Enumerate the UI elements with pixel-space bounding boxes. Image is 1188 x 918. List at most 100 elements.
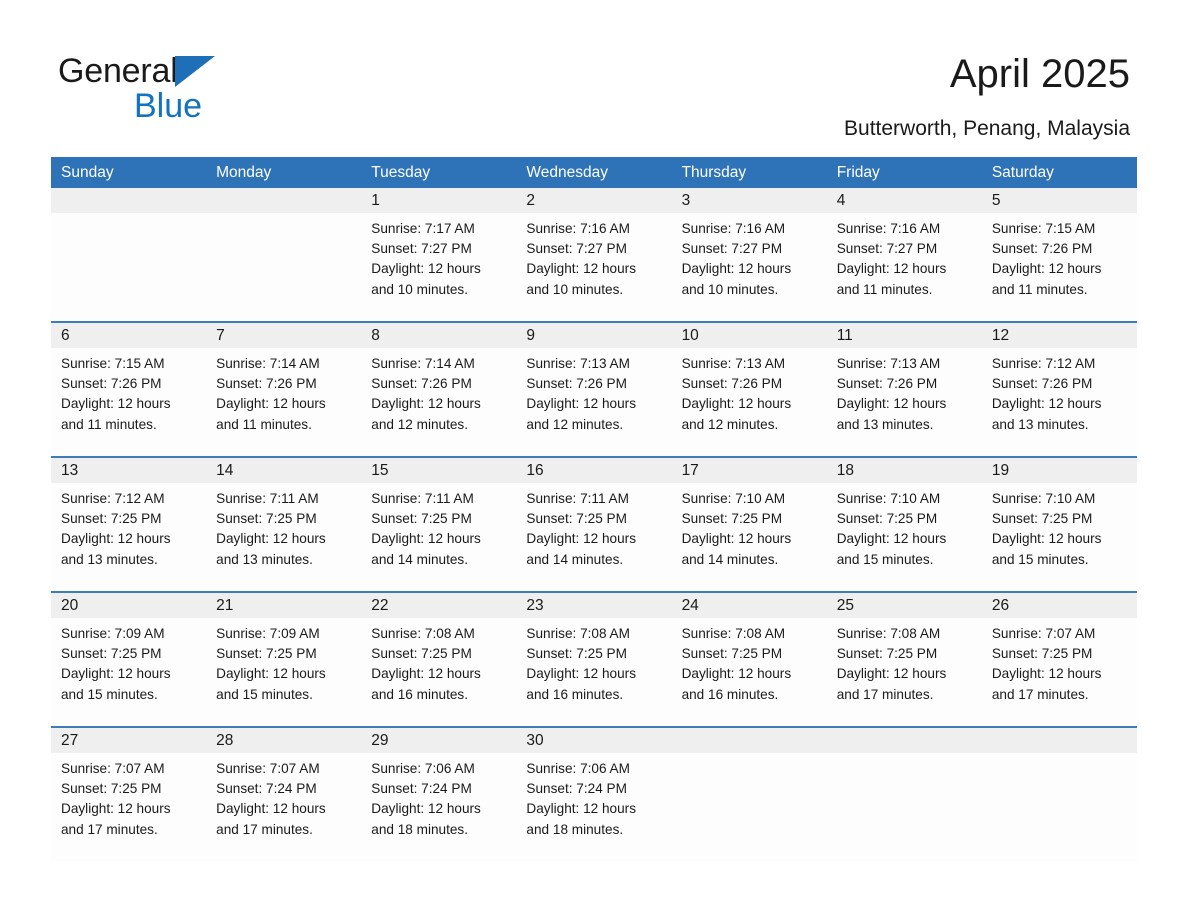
calendar-day-cell[interactable]: 5 Sunrise: 7:15 AM Sunset: 7:26 PM Daylight… — [981, 188, 1137, 321]
daylight-text-line2: and 16 minutes. — [371, 686, 469, 702]
weekday-header-friday: Friday — [836, 164, 880, 181]
daylight-text-line1: Daylight: 12 hours — [371, 261, 481, 277]
day-number: 18 — [826, 458, 982, 483]
daylight-text-line1: Daylight: 12 hours — [836, 531, 947, 547]
calendar-day-cell[interactable]: 28 Sunrise: 7:07 AM Sunset: 7:24 PM Dayligh… — [206, 728, 362, 861]
calendar-day-cell[interactable]: 1 Sunrise: 7:17 AM Sunset: 7:27 PM Daylight… — [361, 188, 517, 321]
daylight-text-line1: Daylight: 12 hours — [526, 531, 636, 547]
day-number: 13 — [51, 458, 207, 483]
day-details: Sunrise: 7:13 AM Sunset: 7:26 PM Daylight:… — [672, 348, 827, 435]
generalblue-logo[interactable]: General Blue — [58, 52, 318, 127]
calendar-day-cell[interactable]: 13 Sunrise: 7:12 AM Sunset: 7:25 PM Dayligh… — [51, 458, 207, 591]
daylight-text-line2: and 11 minutes. — [61, 416, 157, 432]
sunset-text: Sunset: 7:26 PM — [216, 376, 317, 392]
day-details: Sunrise: 7:15 AM Sunset: 7:26 PM Daylight:… — [982, 213, 1137, 300]
calendar-day-cell[interactable]: 26 Sunrise: 7:07 AM Sunset: 7:25 PM Dayligh… — [981, 593, 1137, 726]
calendar-day-cell[interactable]: 8 Sunrise: 7:14 AM Sunset: 7:26 PM Daylight… — [361, 323, 517, 456]
day-details: Sunrise: 7:12 AM Sunset: 7:25 PM Daylight:… — [51, 483, 206, 570]
day-number: 22 — [361, 593, 517, 618]
calendar-day-cell[interactable]: 2 Sunrise: 7:16 AM Sunset: 7:27 PM Daylight… — [516, 188, 672, 321]
calendar-week-row: 27 Sunrise: 7:07 AM Sunset: 7:25 PM Dayligh… — [51, 726, 1137, 861]
calendar-day-cell[interactable]: 11 Sunrise: 7:13 AM Sunset: 7:26 PM Dayligh… — [826, 323, 982, 456]
day-number: 4 — [826, 188, 982, 213]
sunset-text: Sunset: 7:27 PM — [681, 241, 783, 257]
daylight-text-line1: Daylight: 12 hours — [991, 666, 1102, 682]
sunset-text: Sunset: 7:25 PM — [526, 646, 627, 662]
calendar-day-cell[interactable]: 15 Sunrise: 7:11 AM Sunset: 7:25 PM Dayligh… — [361, 458, 517, 591]
calendar-day-cell[interactable]: 20 Sunrise: 7:09 AM Sunset: 7:25 PM Dayligh… — [51, 593, 207, 726]
day-details: Sunrise: 7:13 AM Sunset: 7:26 PM Daylight:… — [827, 348, 982, 435]
sunset-text: Sunset: 7:25 PM — [681, 511, 783, 527]
calendar-day-cell[interactable]: 17 Sunrise: 7:10 AM Sunset: 7:25 PM Dayligh… — [671, 458, 827, 591]
calendar-day-cell[interactable]: 24 Sunrise: 7:08 AM Sunset: 7:25 PM Dayligh… — [671, 593, 827, 726]
day-details: Sunrise: 7:08 AM Sunset: 7:25 PM Daylight:… — [361, 618, 516, 705]
daylight-text-line1: Daylight: 12 hours — [371, 531, 481, 547]
day-number: 7 — [206, 323, 362, 348]
calendar-page: General Blue April 2025 Butterworth, Pen… — [0, 0, 1188, 918]
day-number: 29 — [361, 728, 517, 753]
sunrise-text: Sunrise: 7:16 AM — [836, 221, 941, 236]
calendar-day-cell[interactable]: 3 Sunrise: 7:16 AM Sunset: 7:27 PM Daylight… — [671, 188, 827, 321]
daylight-text-line1: Daylight: 12 hours — [836, 261, 947, 277]
calendar-day-cell[interactable]: 12 Sunrise: 7:12 AM Sunset: 7:26 PM Dayligh… — [981, 323, 1137, 456]
calendar-day-cell[interactable]: 19 Sunrise: 7:10 AM Sunset: 7:25 PM Dayligh… — [981, 458, 1137, 591]
calendar-day-cell[interactable]: 22 Sunrise: 7:08 AM Sunset: 7:25 PM Dayligh… — [361, 593, 517, 726]
sunrise-text: Sunrise: 7:13 AM — [526, 356, 630, 371]
daylight-text-line2: and 15 minutes. — [991, 551, 1089, 567]
day-details: Sunrise: 7:11 AM Sunset: 7:25 PM Daylight:… — [206, 483, 361, 570]
sunrise-text: Sunrise: 7:11 AM — [216, 491, 319, 506]
sunset-text: Sunset: 7:26 PM — [371, 376, 472, 392]
calendar-day-cell[interactable]: 7 Sunrise: 7:14 AM Sunset: 7:26 PM Daylight… — [206, 323, 362, 456]
sunrise-text: Sunrise: 7:11 AM — [371, 491, 474, 506]
page-header: General Blue April 2025 Butterworth, Pen… — [0, 0, 1188, 155]
calendar-day-cell[interactable]: 27 Sunrise: 7:07 AM Sunset: 7:25 PM Dayligh… — [51, 728, 207, 861]
calendar-day-cell[interactable]: 6 Sunrise: 7:15 AM Sunset: 7:26 PM Daylight… — [51, 323, 207, 456]
day-details: Sunrise: 7:10 AM Sunset: 7:25 PM Daylight:… — [827, 483, 982, 570]
calendar-day-cell[interactable]: 10 Sunrise: 7:13 AM Sunset: 7:26 PM Dayligh… — [671, 323, 827, 456]
sunset-text: Sunset: 7:25 PM — [61, 646, 162, 662]
calendar-day-cell[interactable]: 30 Sunrise: 7:06 AM Sunset: 7:24 PM Dayligh… — [516, 728, 672, 861]
day-details: Sunrise: 7:14 AM Sunset: 7:26 PM Daylight:… — [206, 348, 361, 435]
day-details: Sunrise: 7:06 AM Sunset: 7:24 PM Daylight:… — [361, 753, 516, 840]
day-details: Sunrise: 7:13 AM Sunset: 7:26 PM Daylight:… — [516, 348, 671, 435]
calendar-day-cell-empty — [981, 728, 1137, 861]
page-subtitle-location: Butterworth, Penang, Malaysia — [844, 117, 1130, 140]
sunset-text: Sunset: 7:26 PM — [836, 376, 938, 392]
day-number: 17 — [671, 458, 827, 483]
weekday-header-saturday: Saturday — [991, 164, 1054, 181]
sunrise-text: Sunrise: 7:14 AM — [216, 356, 320, 371]
weekday-header-wednesday: Wednesday — [526, 164, 608, 181]
calendar-day-cell[interactable]: 25 Sunrise: 7:08 AM Sunset: 7:25 PM Dayligh… — [826, 593, 982, 726]
sunrise-text: Sunrise: 7:06 AM — [526, 761, 630, 776]
calendar-day-cell[interactable]: 21 Sunrise: 7:09 AM Sunset: 7:25 PM Dayligh… — [206, 593, 362, 726]
day-details: Sunrise: 7:06 AM Sunset: 7:24 PM Daylight:… — [516, 753, 671, 840]
calendar-day-cell[interactable]: 14 Sunrise: 7:11 AM Sunset: 7:25 PM Dayligh… — [206, 458, 362, 591]
day-number: 6 — [51, 323, 207, 348]
daylight-text-line2: and 14 minutes. — [526, 551, 624, 567]
calendar-day-cell[interactable]: 18 Sunrise: 7:10 AM Sunset: 7:25 PM Dayligh… — [826, 458, 982, 591]
day-details: Sunrise: 7:09 AM Sunset: 7:25 PM Daylight:… — [51, 618, 206, 705]
daylight-text-line2: and 12 minutes. — [526, 416, 624, 432]
calendar-day-cell[interactable]: 9 Sunrise: 7:13 AM Sunset: 7:26 PM Daylight… — [516, 323, 672, 456]
day-number: 28 — [206, 728, 362, 753]
sunrise-text: Sunrise: 7:07 AM — [991, 626, 1096, 641]
day-number: 8 — [361, 323, 517, 348]
calendar-day-cell[interactable]: 16 Sunrise: 7:11 AM Sunset: 7:25 PM Dayligh… — [516, 458, 672, 591]
calendar-day-cell[interactable]: 29 Sunrise: 7:06 AM Sunset: 7:24 PM Dayligh… — [361, 728, 517, 861]
daylight-text-line2: and 17 minutes. — [61, 821, 158, 837]
day-number: 21 — [206, 593, 362, 618]
weekday-header-tuesday: Tuesday — [371, 164, 431, 181]
calendar-day-cell[interactable]: 4 Sunrise: 7:16 AM Sunset: 7:27 PM Daylight… — [826, 188, 982, 321]
day-number — [826, 728, 982, 753]
sunset-text: Sunset: 7:24 PM — [526, 781, 627, 797]
sunrise-text: Sunrise: 7:07 AM — [216, 761, 320, 776]
sunset-text: Sunset: 7:25 PM — [371, 511, 472, 527]
sunset-text: Sunset: 7:25 PM — [991, 511, 1093, 527]
sunrise-text: Sunrise: 7:12 AM — [991, 356, 1096, 371]
daylight-text-line2: and 13 minutes. — [216, 551, 313, 567]
day-number: 23 — [516, 593, 672, 618]
sunrise-text: Sunrise: 7:13 AM — [681, 356, 786, 371]
calendar-day-cell[interactable]: 23 Sunrise: 7:08 AM Sunset: 7:25 PM Dayligh… — [516, 593, 672, 726]
daylight-text-line2: and 14 minutes. — [681, 551, 779, 567]
day-number: 11 — [826, 323, 982, 348]
